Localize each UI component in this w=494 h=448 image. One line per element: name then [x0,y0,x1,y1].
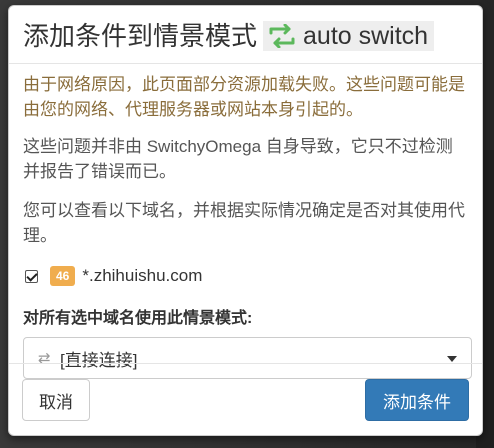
cancel-button[interactable]: 取消 [22,379,90,421]
profile-name: auto switch [303,22,429,50]
failed-count-badge: 46 [50,266,76,286]
dialog-title-text: 添加条件到情景模式 [23,21,258,51]
warning-text: 由于网络原因，此页面部分资源加载失败。这些问题可能是由您的网络、代理服务器或网站… [23,75,465,119]
profile-chip: auto switch [263,21,435,51]
explanation-text: 这些问题并非由 SwitchyOmega 自身导致，它只不过检测并报告了错误而已… [23,137,453,181]
domain-name: *.zhihuishu.com [82,266,203,285]
add-condition-dialog: 添加条件到情景模式 auto switch 由于网络原因，此页面部分资源加载失败… [8,5,483,436]
caret-down-icon [447,356,457,362]
add-condition-button[interactable]: 添加条件 [365,379,469,421]
domain-checkbox[interactable] [25,269,38,283]
instruction-text: 您可以查看以下域名，并根据实际情况确定是否对其使用代理。 [23,201,465,245]
domain-list-item: 46 *.zhihuishu.com [23,264,468,288]
dialog-body: 由于网络原因，此页面部分资源加载失败。这些问题可能是由您的网络、代理服务器或网站… [9,64,482,379]
dialog-title: 添加条件到情景模式 auto switch [23,21,482,51]
auto-switch-icon [269,24,295,48]
dialog-header: 添加条件到情景模式 auto switch [9,6,482,64]
dialog-footer: 取消 添加条件 [9,363,482,435]
profile-select-label: 对所有选中域名使用此情景模式: [23,310,253,327]
